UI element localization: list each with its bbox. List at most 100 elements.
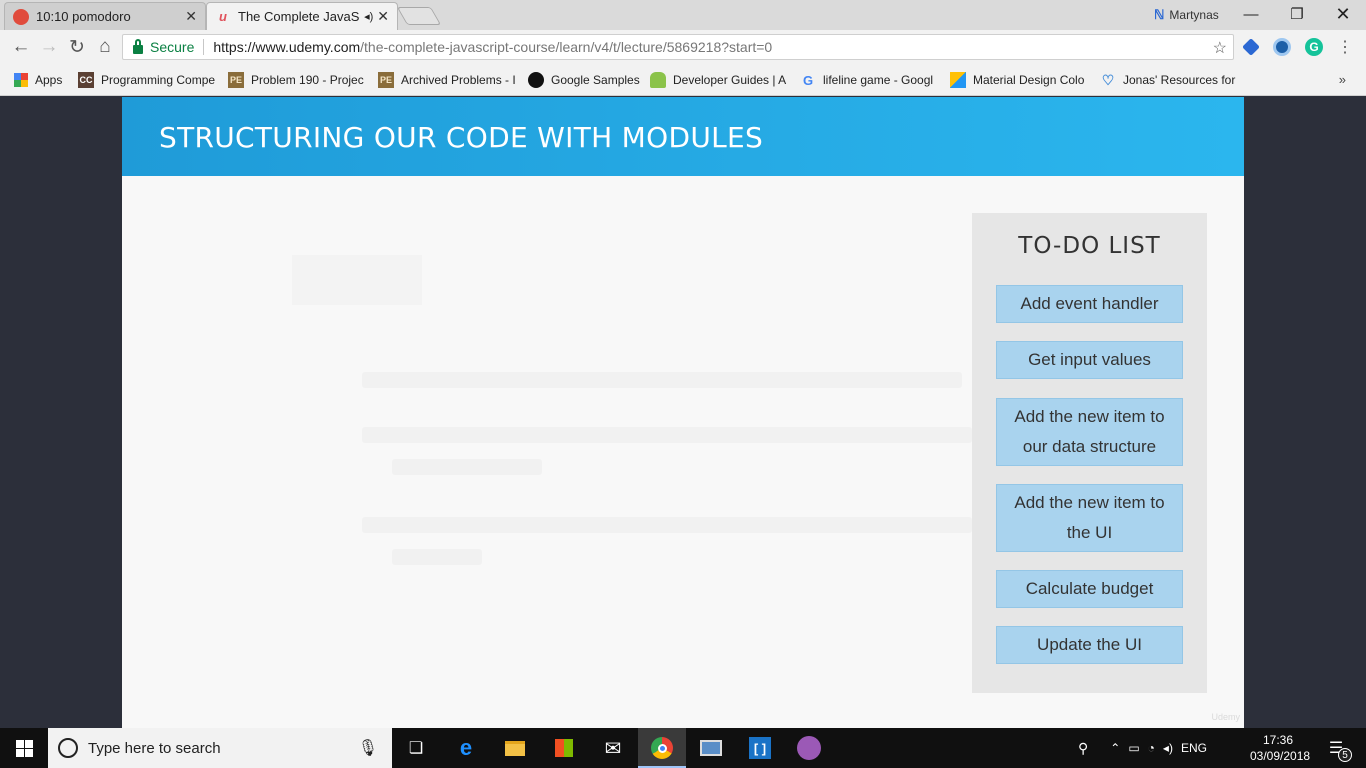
task-view-icon[interactable]: ❏: [402, 734, 430, 762]
action-center-icon[interactable]: ☰ 5: [1322, 734, 1352, 762]
language-indicator[interactable]: ENG: [1181, 741, 1207, 755]
edge-icon[interactable]: e: [452, 734, 480, 762]
bookmark-archived-problems[interactable]: PE Archived Problems - I: [378, 71, 516, 89]
speaker-icon[interactable]: ◂): [364, 10, 373, 23]
faded-bullet-line: [362, 372, 962, 388]
faded-heading-box: [292, 255, 422, 305]
windows-taskbar: Type here to search 🎙 ❏ e ✉ [ ] ⚲ ⌃ ▭ ◔ …: [0, 728, 1366, 768]
slide-title: STRUCTURING OUR CODE WITH MODULES: [159, 121, 764, 154]
heart-icon: ♡: [1101, 71, 1115, 88]
profile-icon: ℕ: [1154, 7, 1165, 22]
profile-button[interactable]: ℕ Martynas: [1154, 7, 1219, 23]
github-desktop-icon[interactable]: [795, 734, 823, 762]
bookmark-label: Jonas' Resources for E: [1123, 73, 1238, 87]
udemy-watermark: Udemy: [1211, 712, 1240, 722]
todo-list-panel: TO-DO LIST Add event handler Get input v…: [972, 213, 1207, 693]
taskbar-search-placeholder: Type here to search: [88, 739, 221, 757]
extension-eye-icon[interactable]: [1273, 38, 1291, 56]
microphone-icon[interactable]: 🎙: [358, 738, 378, 758]
wifi-icon[interactable]: ◔: [1148, 741, 1155, 755]
bookmarks-overflow-button[interactable]: »: [1339, 72, 1346, 87]
todo-list-title: TO-DO LIST: [1018, 233, 1161, 259]
bookmark-label: Material Design Colo: [973, 73, 1085, 87]
cortana-circle-icon: [58, 738, 78, 758]
chrome-icon[interactable]: [648, 734, 676, 762]
remote-desktop-icon[interactable]: [697, 734, 725, 762]
bookmark-programming-compe[interactable]: CC Programming Compe: [78, 71, 216, 89]
bookmark-label: Archived Problems - I: [401, 73, 516, 87]
project-euler-icon: PE: [228, 72, 244, 88]
slide-header: STRUCTURING OUR CODE WITH MODULES: [122, 97, 1244, 176]
faded-bullet-line: [392, 459, 542, 475]
clock-time: 17:36: [1262, 733, 1294, 747]
cc-icon: CC: [78, 72, 94, 88]
close-icon[interactable]: ✕: [377, 8, 389, 25]
forward-button[interactable]: →: [38, 36, 60, 58]
bookmarks-bar: Apps CC Programming Compe PE Problem 190…: [0, 64, 1366, 96]
windows-logo-icon: [15, 739, 33, 757]
android-icon: [650, 72, 666, 88]
profile-name: Martynas: [1169, 8, 1219, 22]
restore-button[interactable]: ❐: [1274, 0, 1320, 28]
extension-graduation-cap-icon[interactable]: [1242, 38, 1260, 56]
lecture-slide[interactable]: STRUCTURING OUR CODE WITH MODULES TO-DO …: [122, 97, 1244, 728]
back-button[interactable]: ←: [10, 36, 32, 58]
file-explorer-icon[interactable]: [501, 734, 529, 762]
clock[interactable]: 17:36 03/09/2018: [1250, 732, 1310, 764]
faded-bullet-line: [362, 517, 972, 533]
bookmark-developer-guides[interactable]: Developer Guides | A: [650, 71, 788, 89]
app-bracket-icon[interactable]: [ ]: [746, 734, 774, 762]
bookmark-label: Developer Guides | A: [673, 73, 787, 87]
new-tab-button[interactable]: [396, 7, 442, 25]
mail-icon[interactable]: ✉: [599, 734, 627, 762]
volume-icon[interactable]: ◂): [1163, 741, 1173, 755]
lock-icon: [133, 38, 143, 54]
bookmark-material-design-colors[interactable]: Material Design Colo: [950, 71, 1088, 89]
battery-icon[interactable]: ▭: [1128, 741, 1139, 755]
notification-count-badge: 5: [1338, 748, 1352, 762]
faded-bullet-line: [392, 549, 482, 565]
bookmark-label: Programming Compe: [101, 73, 216, 87]
start-button[interactable]: [0, 728, 48, 768]
close-icon[interactable]: ✕: [185, 8, 197, 25]
tomato-icon: [13, 8, 29, 25]
store-icon[interactable]: [550, 734, 578, 762]
bookmark-lifeline-game[interactable]: G lifeline game - Googl: [800, 71, 938, 89]
grammarly-icon[interactable]: G: [1305, 38, 1323, 56]
bookmark-apps[interactable]: Apps: [14, 71, 74, 89]
google-icon: G: [802, 72, 814, 88]
bookmark-label: Google Samples: [551, 73, 640, 87]
chevron-up-icon[interactable]: ⌃: [1110, 741, 1120, 755]
todo-item: Calculate budget: [996, 570, 1183, 608]
tab-title: 10:10 pomodoro: [36, 9, 131, 24]
people-icon[interactable]: ⚲: [1078, 740, 1088, 757]
address-bar[interactable]: Secure https://www.udemy.com/the-complet…: [122, 34, 1234, 60]
tab-pomodoro[interactable]: 10:10 pomodoro ✕: [4, 2, 206, 30]
minimize-button[interactable]: —: [1228, 0, 1274, 28]
bookmark-label: Problem 190 - Projec: [251, 73, 364, 87]
project-euler-icon: PE: [378, 72, 394, 88]
bookmark-label: Apps: [35, 73, 63, 87]
bookmark-problem-190[interactable]: PE Problem 190 - Projec: [228, 71, 366, 89]
secure-label: Secure: [150, 39, 195, 55]
todo-item: Add the new item to our data structure: [996, 398, 1183, 466]
udemy-icon: u: [219, 9, 227, 24]
tab-strip: 10:10 pomodoro ✕ u The Complete JavaScr …: [0, 0, 1366, 30]
todo-item: Add the new item to the UI: [996, 484, 1183, 552]
tab-udemy[interactable]: u The Complete JavaScr ◂) ✕: [206, 2, 398, 30]
url-host: https://www.udemy.com: [213, 39, 361, 55]
bookmark-google-samples[interactable]: Google Samples: [528, 71, 640, 89]
home-button[interactable]: ⌂: [94, 36, 116, 58]
close-window-button[interactable]: ✕: [1320, 0, 1366, 28]
todo-item: Get input values: [996, 341, 1183, 379]
bookmark-star-icon[interactable]: ☆: [1213, 38, 1227, 58]
todo-item: Add event handler: [996, 285, 1183, 323]
bookmark-jonas-resources[interactable]: ♡ Jonas' Resources for E: [1100, 71, 1238, 89]
reload-button[interactable]: ↻: [66, 36, 88, 58]
github-icon: [528, 72, 544, 88]
todo-item: Update the UI: [996, 626, 1183, 664]
browser-toolbar: ← → ↻ ⌂ Secure https://www.udemy.com/the…: [0, 30, 1366, 64]
menu-icon[interactable]: ⋮: [1334, 36, 1356, 58]
taskbar-search-box[interactable]: Type here to search 🎙: [48, 728, 392, 768]
material-colors-icon: [950, 72, 966, 88]
